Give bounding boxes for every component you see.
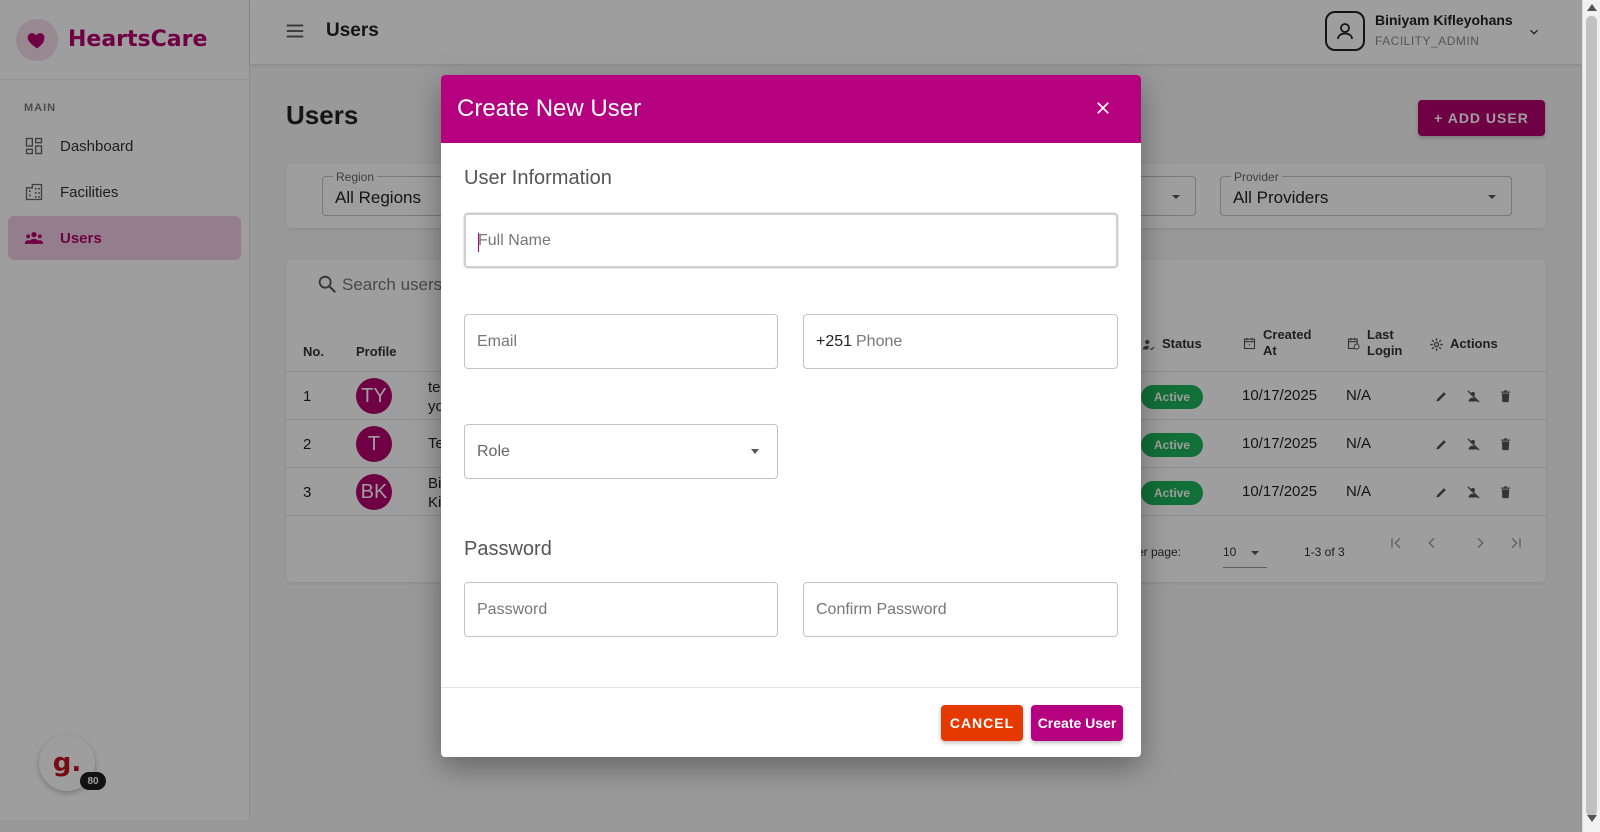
full-name-field[interactable] [464,213,1118,268]
dialog-title: Create New User [457,95,642,122]
role-select-placeholder: Role [477,443,510,460]
phone-input[interactable] [804,315,1117,368]
user-information-heading: User Information [464,167,612,189]
password-input[interactable] [465,583,777,636]
close-icon[interactable] [1094,99,1112,117]
scroll-down-arrow-icon[interactable] [1587,815,1597,822]
role-select[interactable]: Role [464,424,778,479]
text-cursor [478,233,479,252]
scroll-up-arrow-icon[interactable] [1587,4,1597,11]
confirm-password-field[interactable] [803,582,1118,637]
create-user-button[interactable]: Create User [1031,705,1123,741]
scrollbar-thumb[interactable] [1586,16,1597,816]
dialog-header: Create New User [441,75,1141,143]
password-heading: Password [464,538,552,560]
create-user-dialog: Create New User User Information +251 Ro… [441,75,1141,757]
email-field[interactable] [464,314,778,369]
dialog-divider [441,687,1141,688]
scrollbar[interactable] [1582,0,1600,832]
phone-field[interactable]: +251 [803,314,1118,369]
chevron-down-icon [751,449,759,454]
confirm-password-input[interactable] [804,583,1117,636]
cancel-button[interactable]: CANCEL [941,705,1023,741]
full-name-input[interactable] [466,215,1116,266]
password-field[interactable] [464,582,778,637]
email-input[interactable] [465,315,777,368]
